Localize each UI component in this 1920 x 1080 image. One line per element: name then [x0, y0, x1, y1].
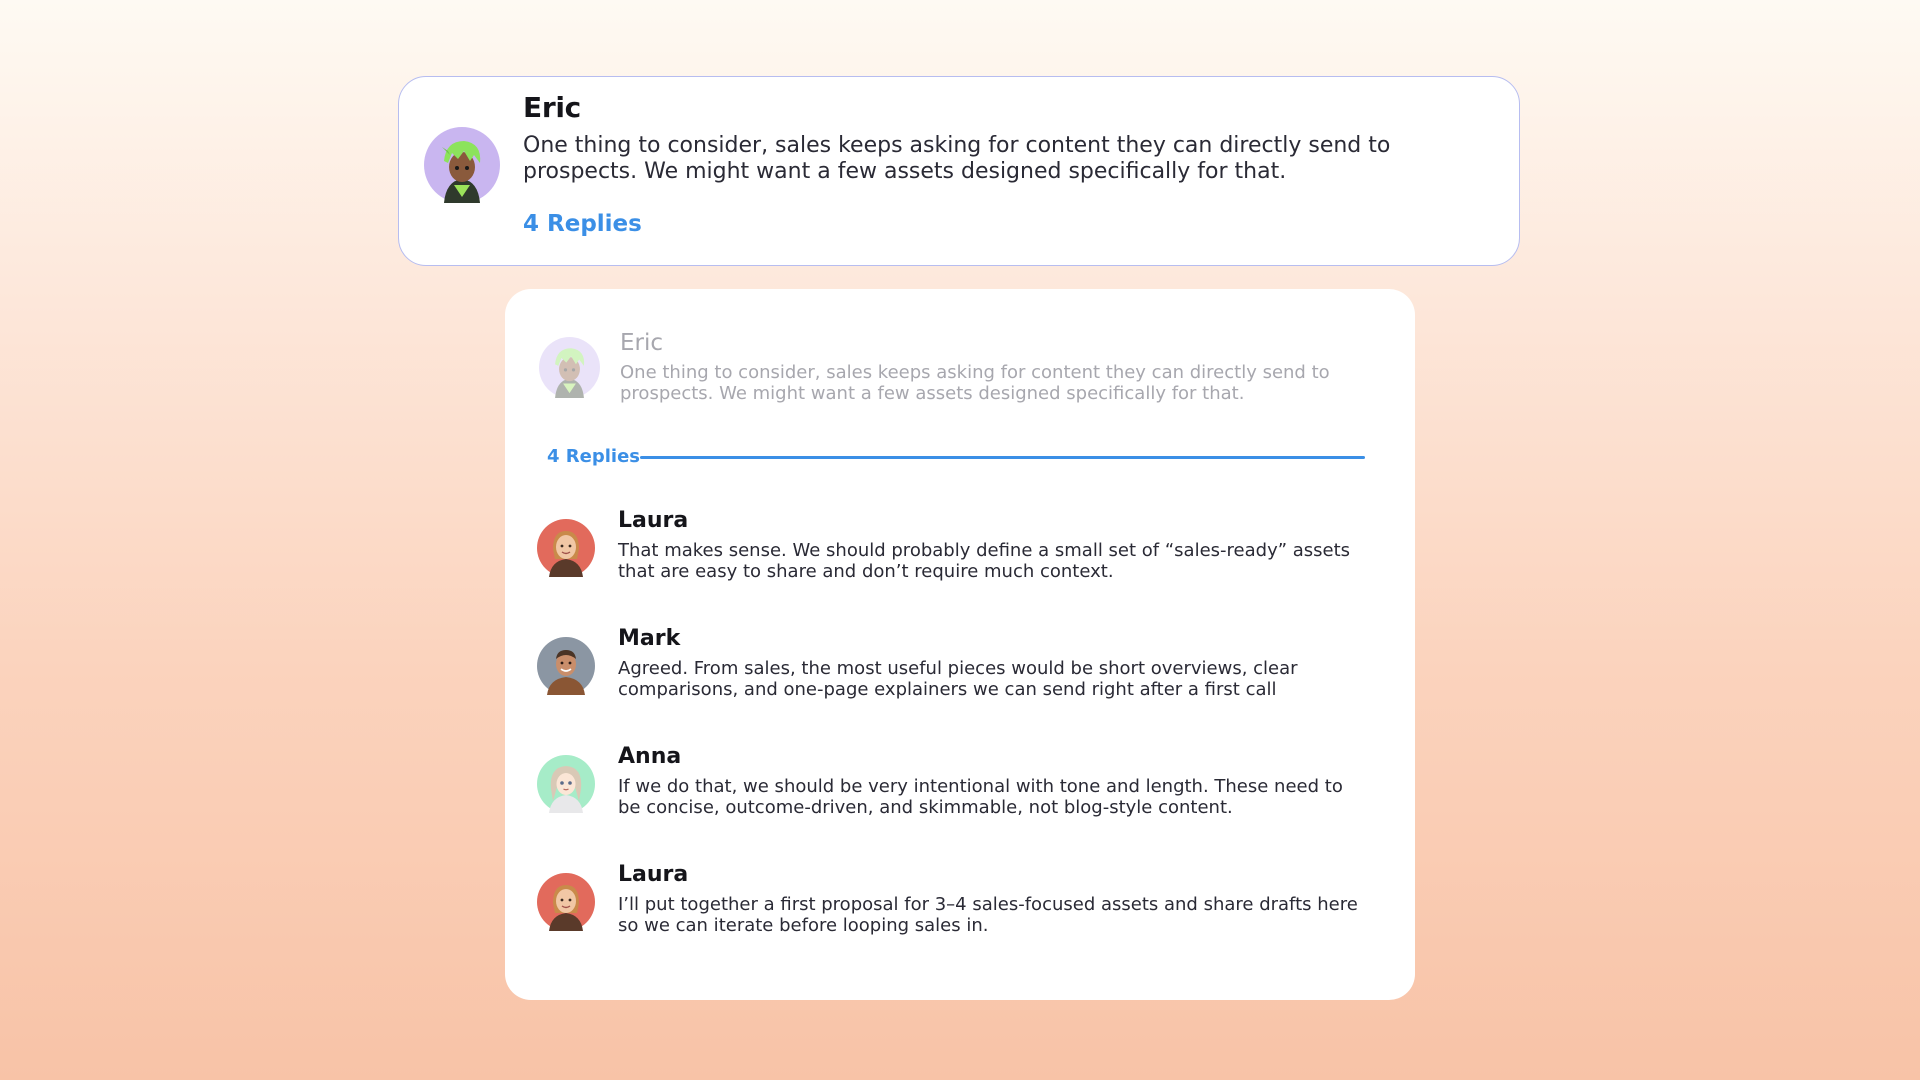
- parent-text: One thing to consider, sales keeps askin…: [620, 362, 1330, 404]
- reply-text: I’ll put together a first proposal for 3…: [618, 894, 1358, 936]
- replies-count-label[interactable]: 4 Replies: [547, 444, 640, 470]
- replies-divider: 4 Replies: [547, 444, 1375, 470]
- eric-avatar: [424, 127, 500, 203]
- reply-text: Agreed. From sales, the most useful piec…: [618, 658, 1298, 700]
- message-author: Eric: [523, 91, 581, 124]
- laura-avatar: [537, 873, 595, 931]
- eric-avatar-faded: [539, 337, 600, 398]
- reply-item: Laura That makes sense. We should probab…: [535, 507, 1375, 597]
- message-card[interactable]: Eric One thing to consider, sales keeps …: [398, 76, 1520, 266]
- thread-panel: Eric One thing to consider, sales keeps …: [505, 289, 1415, 1000]
- message-text: One thing to consider, sales keeps askin…: [523, 133, 1391, 184]
- parent-author: Eric: [620, 330, 664, 356]
- replies-link[interactable]: 4 Replies: [523, 208, 642, 240]
- reply-author: Laura: [618, 862, 689, 887]
- replies-divider-line: [640, 456, 1365, 459]
- anna-avatar: [537, 755, 595, 813]
- reply-text: If we do that, we should be very intenti…: [618, 776, 1343, 818]
- mark-avatar: [537, 637, 595, 695]
- thread-parent-message: Eric One thing to consider, sales keeps …: [535, 329, 1375, 409]
- reply-text: That makes sense. We should probably def…: [618, 540, 1351, 582]
- reply-author: Mark: [618, 626, 681, 651]
- reply-author: Anna: [618, 744, 682, 769]
- reply-item: Mark Agreed. From sales, the most useful…: [535, 625, 1375, 715]
- reply-author: Laura: [618, 508, 689, 533]
- laura-avatar: [537, 519, 595, 577]
- reply-item: Anna If we do that, we should be very in…: [535, 743, 1375, 833]
- reply-item: Laura I’ll put together a first proposal…: [535, 861, 1375, 951]
